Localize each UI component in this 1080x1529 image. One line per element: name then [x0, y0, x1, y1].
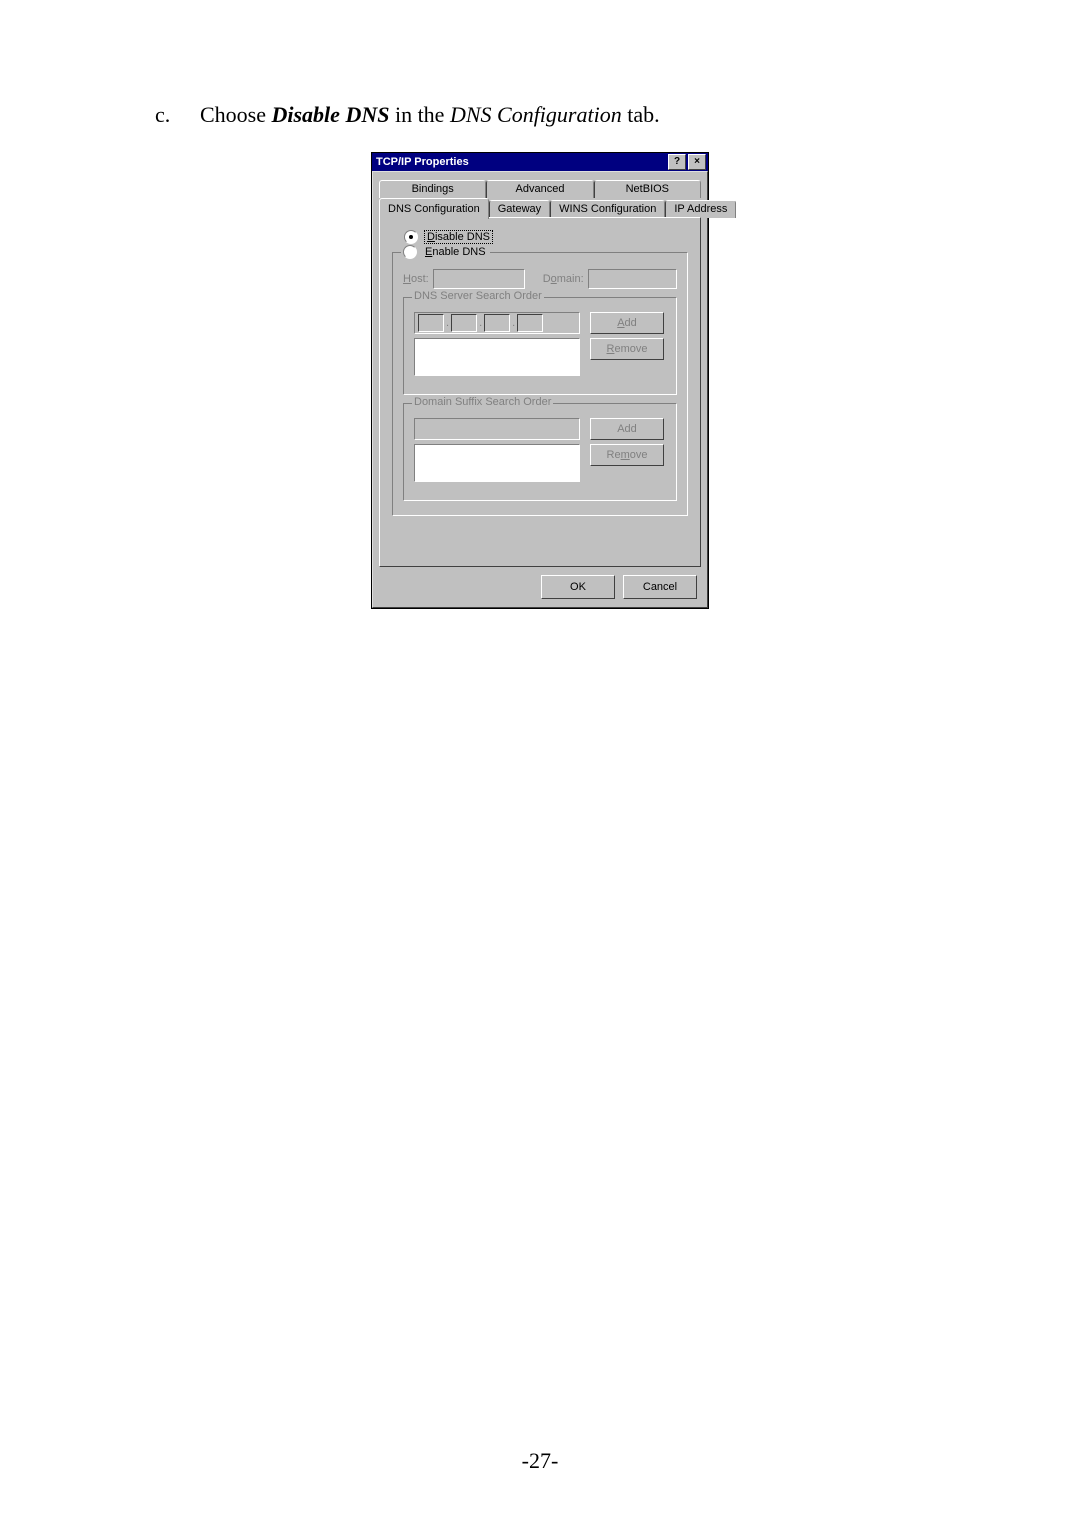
dialog-buttons: OK Cancel: [379, 567, 701, 601]
tcpip-properties-dialog: TCP/IP Properties ? × Bindings Advanced …: [371, 152, 709, 609]
dns-server-order-group: DNS Server Search Order . . .: [403, 297, 677, 395]
domain-label: Domain:: [543, 273, 584, 285]
tab-gateway[interactable]: Gateway: [489, 200, 550, 218]
tab-row-back: Bindings Advanced NetBIOS: [379, 180, 701, 198]
tab-row-front: DNS Configuration Gateway WINS Configura…: [379, 198, 701, 218]
tab-dns-configuration[interactable]: DNS Configuration: [379, 198, 489, 219]
radio-enable-dns-label: Enable DNS: [423, 246, 488, 258]
help-icon: ?: [674, 157, 680, 167]
suffix-remove-button[interactable]: Remove: [590, 444, 664, 466]
tab-dns-configuration-label: DNS Configuration: [388, 203, 480, 215]
dns-add-label: Add: [617, 317, 637, 329]
tab-netbios[interactable]: NetBIOS: [594, 180, 701, 198]
page-number: -27-: [0, 1448, 1080, 1474]
tab-ip-address[interactable]: IP Address: [665, 200, 736, 218]
host-domain-row: Host: Domain:: [403, 269, 677, 289]
enable-dns-legend: Enable DNS: [401, 245, 490, 259]
dialog-title: TCP/IP Properties: [374, 156, 666, 168]
ip-seg-1[interactable]: [418, 314, 444, 332]
radio-disable-dns-label: Disable DNS: [424, 230, 493, 244]
instruction-italic: DNS Configuration: [450, 102, 622, 127]
dns-add-button[interactable]: Add: [590, 312, 664, 334]
domain-suffix-order-legend: Domain Suffix Search Order: [412, 396, 553, 408]
ip-seg-4[interactable]: [517, 314, 543, 332]
domain-input[interactable]: [588, 269, 677, 289]
cancel-label: Cancel: [643, 581, 677, 593]
tab-wins-configuration[interactable]: WINS Configuration: [550, 200, 665, 218]
cancel-button[interactable]: Cancel: [623, 575, 697, 599]
radio-dot-icon: [409, 235, 413, 239]
instruction-bold: Disable DNS: [272, 102, 390, 127]
enable-dns-group: Enable DNS Host: Domain: DNS Server Sear…: [392, 252, 688, 516]
host-input[interactable]: [433, 269, 525, 289]
suffix-add-label: Add: [617, 423, 637, 435]
close-icon: ×: [694, 157, 700, 167]
tab-netbios-label: NetBIOS: [626, 183, 669, 195]
suffix-list[interactable]: [414, 444, 580, 482]
radio-enable-dns-circle[interactable]: [403, 245, 417, 259]
suffix-remove-label: Remove: [607, 449, 648, 461]
tab-panel-dns: Disable DNS Enable DNS Host: Domain:: [379, 217, 701, 567]
tab-gateway-label: Gateway: [498, 203, 541, 215]
host-label: Host:: [403, 273, 429, 285]
tab-wins-configuration-label: WINS Configuration: [559, 203, 656, 215]
close-button[interactable]: ×: [688, 154, 706, 170]
radio-disable-dns-circle: [404, 230, 418, 244]
ip-seg-3[interactable]: [484, 314, 510, 332]
dialog-body: Bindings Advanced NetBIOS DNS Configurat…: [372, 171, 708, 608]
tabs-container: Bindings Advanced NetBIOS DNS Configurat…: [379, 180, 701, 567]
instruction-text: Choose Disable DNS in the DNS Configurat…: [200, 100, 925, 130]
instruction-prefix: Choose: [200, 102, 272, 127]
instruction-line: c. Choose Disable DNS in the DNS Configu…: [155, 100, 925, 130]
dialog-titlebar: TCP/IP Properties ? ×: [372, 153, 708, 171]
dns-server-order-legend: DNS Server Search Order: [412, 290, 544, 302]
tab-bindings[interactable]: Bindings: [379, 180, 486, 198]
ok-button[interactable]: OK: [541, 575, 615, 599]
instruction-mid: in the: [389, 102, 450, 127]
dns-remove-button[interactable]: Remove: [590, 338, 664, 360]
ok-label: OK: [570, 581, 586, 593]
tab-ip-address-label: IP Address: [674, 203, 727, 215]
suffix-add-button[interactable]: Add: [590, 418, 664, 440]
help-button[interactable]: ?: [668, 154, 686, 170]
instruction-letter: c.: [155, 100, 200, 130]
dns-remove-label: Remove: [607, 343, 648, 355]
tab-bindings-label: Bindings: [412, 183, 454, 195]
domain-suffix-order-group: Domain Suffix Search Order Add: [403, 403, 677, 501]
tab-advanced-label: Advanced: [516, 183, 565, 195]
dns-ip-input[interactable]: . . .: [414, 312, 580, 334]
instruction-suffix: tab.: [622, 102, 660, 127]
suffix-input[interactable]: [414, 418, 580, 440]
tab-advanced[interactable]: Advanced: [486, 180, 593, 198]
ip-seg-2[interactable]: [451, 314, 477, 332]
radio-disable-dns[interactable]: Disable DNS: [404, 230, 688, 244]
dns-server-list[interactable]: [414, 338, 580, 376]
